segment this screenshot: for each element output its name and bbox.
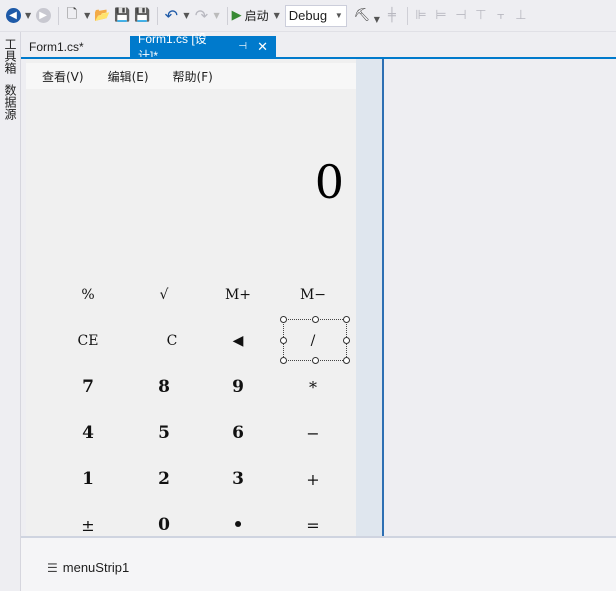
- navigate-forward-button[interactable]: ▶: [34, 5, 52, 27]
- save-all-icon: 💾: [134, 8, 151, 23]
- key-decimal[interactable]: •: [206, 506, 270, 536]
- key-8[interactable]: 8: [132, 368, 196, 406]
- align-middle-icon: ⫟: [497, 8, 505, 23]
- key-sqrt[interactable]: √: [132, 276, 196, 314]
- browser-link-dropdown-icon[interactable]: ▼: [374, 15, 380, 24]
- redo-button[interactable]: ↷: [192, 5, 210, 27]
- resize-handle[interactable]: [343, 316, 350, 323]
- align-bottoms-button[interactable]: ⊥: [512, 5, 530, 27]
- resize-handle[interactable]: [280, 337, 287, 344]
- key-backspace[interactable]: ◀: [206, 322, 270, 360]
- solution-configuration-dropdown[interactable]: Debug ▼: [284, 4, 347, 27]
- align-center-icon: ⊨: [435, 8, 447, 23]
- menustrip-icon: ☰: [47, 560, 58, 575]
- key-memory-subtract[interactable]: M−: [281, 276, 345, 314]
- undo-button[interactable]: ↶: [162, 5, 180, 27]
- toolbar-separator: [226, 6, 228, 25]
- resize-handle[interactable]: [280, 316, 287, 323]
- align-lefts-button[interactable]: ⊫: [412, 5, 430, 27]
- key-negate[interactable]: ±: [56, 506, 120, 536]
- key-add[interactable]: +: [281, 460, 345, 498]
- align-middles-button[interactable]: ⫟: [492, 5, 510, 27]
- key-multiply[interactable]: *: [281, 368, 345, 406]
- open-folder-icon: 📂: [94, 8, 111, 23]
- redo-icon: ↷: [194, 6, 209, 25]
- pin-icon[interactable]: ⊣: [238, 41, 247, 52]
- toolbox-tab[interactable]: 工具箱: [2, 38, 18, 74]
- start-button-label[interactable]: 启动: [245, 7, 269, 24]
- undo-icon: ↶: [164, 6, 179, 25]
- new-project-icon: 🗋: [66, 6, 78, 22]
- menu-item-edit[interactable]: 编辑(E): [108, 68, 149, 85]
- resize-handle[interactable]: [312, 357, 319, 364]
- component-tray[interactable]: ☰ menuStrip1: [21, 538, 616, 591]
- key-2[interactable]: 2: [132, 460, 196, 498]
- align-tops-button[interactable]: ⊤: [472, 5, 490, 27]
- start-dropdown-icon[interactable]: ▼: [274, 11, 280, 20]
- visual-studio-window: ◀ ▼ ▶ 🗋 ▼ 📂 💾 💾 ↶ ▼ ↷ ▼ ▶ 启动 ▼ Debug ▼ ⛏…: [0, 0, 616, 591]
- align-rights-button[interactable]: ⊣: [452, 5, 470, 27]
- key-1[interactable]: 1: [56, 460, 120, 498]
- calculator-form[interactable]: 查看(V) 编辑(E) 帮助(F) 0 % √ M+ M− CE C ◀ / 7…: [26, 59, 356, 536]
- save-all-button[interactable]: 💾: [133, 5, 151, 27]
- save-button[interactable]: 💾: [113, 5, 131, 27]
- resize-handle[interactable]: [312, 316, 319, 323]
- side-tool-rail: 工具箱 数据源: [0, 32, 21, 591]
- component-name: menuStrip1: [62, 560, 130, 575]
- new-project-dropdown-icon[interactable]: ▼: [84, 11, 90, 20]
- key-6[interactable]: 6: [206, 414, 270, 452]
- key-clear[interactable]: C: [140, 322, 204, 360]
- key-percent[interactable]: %: [56, 276, 120, 314]
- key-equals[interactable]: =: [281, 506, 345, 536]
- menu-item-help[interactable]: 帮助(F): [173, 68, 213, 85]
- key-4[interactable]: 4: [56, 414, 120, 452]
- open-file-button[interactable]: 📂: [93, 5, 111, 27]
- key-subtract[interactable]: −: [281, 414, 345, 452]
- toolbar-separator: [157, 6, 159, 25]
- align-centers-button[interactable]: ⊨: [432, 5, 450, 27]
- tab-form1-designer[interactable]: Form1.cs [设计]* ⊣ ✕: [130, 32, 276, 63]
- tray-component-menustrip[interactable]: ☰ menuStrip1: [47, 560, 129, 575]
- key-0[interactable]: 0: [132, 506, 196, 536]
- resize-handle[interactable]: [343, 357, 350, 364]
- resize-handle[interactable]: [280, 357, 287, 364]
- key-clear-entry[interactable]: CE: [56, 322, 120, 360]
- start-play-icon[interactable]: ▶: [232, 8, 242, 23]
- align-bottom-icon: ⊥: [515, 8, 527, 23]
- redo-dropdown-icon[interactable]: ▼: [213, 11, 219, 20]
- browser-link-icon: ⛏: [353, 8, 371, 23]
- toolbar-separator: [406, 6, 408, 25]
- key-memory-add[interactable]: M+: [206, 276, 270, 314]
- back-dropdown-icon[interactable]: ▼: [25, 11, 31, 20]
- standard-toolbar: ◀ ▼ ▶ 🗋 ▼ 📂 💾 💾 ↶ ▼ ↷ ▼ ▶ 启动 ▼ Debug ▼ ⛏…: [0, 0, 616, 32]
- tab-title: Form1.cs*: [29, 39, 84, 54]
- forward-arrow-icon: ▶: [35, 8, 51, 23]
- key-9[interactable]: 9: [206, 368, 270, 406]
- browser-link-button[interactable]: ⛏: [353, 5, 371, 27]
- undo-dropdown-icon[interactable]: ▼: [183, 11, 189, 20]
- close-icon[interactable]: ✕: [257, 39, 268, 55]
- align-to-grid-button[interactable]: ╪: [383, 5, 401, 27]
- save-icon: 💾: [114, 8, 131, 23]
- align-grid-icon: ╪: [388, 8, 396, 23]
- datasources-tab[interactable]: 数据源: [2, 84, 18, 120]
- key-7[interactable]: 7: [56, 368, 120, 406]
- selection-frame[interactable]: [280, 316, 350, 364]
- resize-handle[interactable]: [343, 337, 350, 344]
- back-arrow-icon: ◀: [5, 8, 21, 23]
- navigate-back-button[interactable]: ◀: [4, 5, 22, 27]
- chevron-down-icon: ▼: [334, 11, 343, 20]
- toolbar-separator: [58, 6, 60, 25]
- align-left-icon: ⊫: [415, 8, 427, 23]
- tab-form1-code[interactable]: Form1.cs*: [21, 36, 129, 57]
- menu-item-view[interactable]: 查看(V): [42, 68, 84, 85]
- align-right-icon: ⊣: [455, 8, 467, 23]
- result-display: 0: [314, 155, 344, 209]
- align-top-icon: ⊤: [475, 8, 487, 23]
- new-project-button[interactable]: 🗋: [63, 5, 81, 27]
- key-5[interactable]: 5: [132, 414, 196, 452]
- configuration-value: Debug: [288, 8, 328, 23]
- key-3[interactable]: 3: [206, 460, 270, 498]
- menu-strip[interactable]: 查看(V) 编辑(E) 帮助(F): [26, 63, 356, 89]
